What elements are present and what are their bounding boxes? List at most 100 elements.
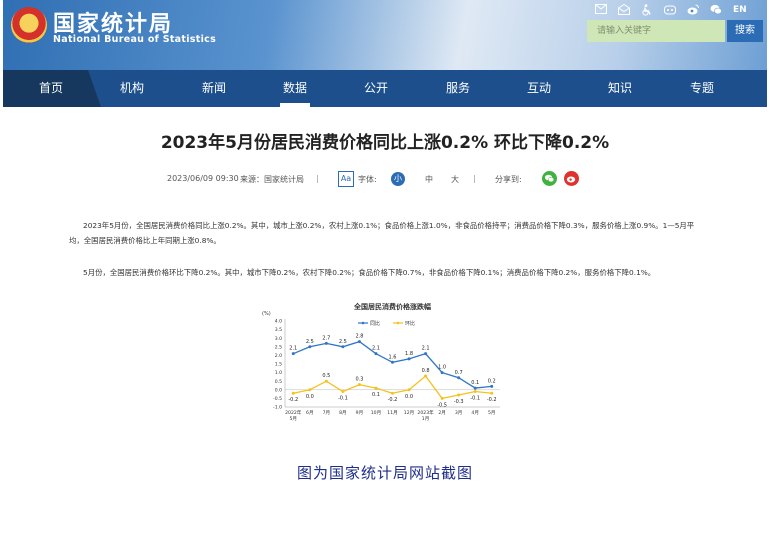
article-paragraph-2: 5月份，全国居民消费价格环比下降0.2%。其中，城市下降0.2%，农村下降0.2… bbox=[83, 268, 656, 277]
y-tick-label: 3.5 bbox=[275, 327, 282, 333]
y-tick-label: 0.5 bbox=[275, 379, 282, 385]
data-label-0: 2.5 bbox=[339, 339, 347, 345]
data-label-0: 2.5 bbox=[306, 339, 314, 345]
data-label-1: 0.8 bbox=[422, 368, 430, 374]
y-tick-label: 4.0 bbox=[275, 319, 282, 325]
series-point-0 bbox=[407, 357, 411, 361]
wechat-icon[interactable] bbox=[710, 4, 722, 16]
font-aa-icon[interactable]: Aa bbox=[338, 171, 354, 187]
data-label-0: 2.1 bbox=[372, 346, 380, 352]
elderly-mode-icon[interactable] bbox=[664, 4, 676, 16]
accessibility-icon[interactable] bbox=[641, 4, 653, 16]
y-tick-label: 1.0 bbox=[275, 370, 282, 376]
x-tick-label-month: 1月 bbox=[422, 416, 430, 422]
language-switch-en[interactable]: EN bbox=[733, 5, 747, 15]
nav-item-news[interactable]: 新闻 bbox=[184, 70, 244, 107]
series-point-1 bbox=[457, 393, 461, 397]
font-size-label: 字体: bbox=[358, 175, 377, 184]
series-point-1 bbox=[391, 391, 394, 395]
y-tick-label: 3.0 bbox=[275, 336, 282, 342]
legend-marker-0 bbox=[361, 321, 365, 325]
national-emblem-logo bbox=[11, 7, 47, 43]
font-small-button[interactable]: 小 bbox=[391, 172, 405, 186]
data-label-1: 0.0 bbox=[405, 394, 413, 400]
series-line-0 bbox=[293, 340, 492, 389]
series-point-0 bbox=[374, 352, 378, 356]
series-point-0 bbox=[490, 384, 494, 388]
meta-divider: | bbox=[316, 174, 319, 183]
y-tick-label: 0.0 bbox=[275, 387, 282, 393]
data-label-1: 0.1 bbox=[372, 392, 380, 398]
x-tick-label: 2月 bbox=[438, 410, 446, 416]
x-tick-label: 10月 bbox=[371, 410, 381, 416]
data-label-0: 2.1 bbox=[289, 346, 297, 352]
y-tick-label: 1.5 bbox=[275, 362, 282, 368]
share-wechat-icon[interactable] bbox=[542, 171, 557, 186]
series-point-1 bbox=[424, 374, 428, 378]
share-weibo-icon[interactable] bbox=[564, 171, 579, 186]
nav-item-service[interactable]: 服务 bbox=[428, 70, 488, 107]
site-header: 国家统计局 National Bureau of Statistics EN 搜… bbox=[3, 0, 767, 70]
series-point-1 bbox=[341, 390, 345, 394]
nav-item-interaction[interactable]: 互动 bbox=[509, 70, 569, 107]
x-tick-label: 7月 bbox=[323, 410, 331, 416]
data-label-1: -0.2 bbox=[288, 397, 298, 403]
data-label-1: -0.5 bbox=[437, 402, 447, 408]
series-point-0 bbox=[440, 371, 444, 375]
series-point-1 bbox=[440, 396, 444, 400]
chart-y-unit-label: (%) bbox=[262, 311, 271, 317]
series-point-0 bbox=[341, 345, 345, 349]
x-tick-label: 5月 bbox=[488, 410, 496, 416]
publish-date: 2023/06/09 09:30 bbox=[167, 174, 239, 183]
font-large-button[interactable]: 大 bbox=[451, 174, 459, 185]
article-source: 来源：国家统计局 bbox=[240, 175, 304, 184]
data-label-1: 0.3 bbox=[355, 377, 363, 383]
x-tick-label-month: 5月 bbox=[290, 416, 298, 422]
data-label-0: 0.7 bbox=[455, 370, 463, 376]
series-point-1 bbox=[308, 388, 312, 392]
nav-item-home[interactable]: 首页 bbox=[21, 70, 81, 107]
series-point-0 bbox=[473, 386, 477, 390]
data-label-1: -0.2 bbox=[487, 397, 497, 403]
data-label-0: 2.8 bbox=[355, 334, 363, 340]
data-label-1: -0.2 bbox=[388, 397, 398, 403]
data-label-0: 1.8 bbox=[405, 351, 413, 357]
main-nav: 首页 机构 新闻 数据 公开 服务 互动 知识 专题 bbox=[3, 70, 767, 107]
nav-item-knowledge[interactable]: 知识 bbox=[590, 70, 650, 107]
series-point-0 bbox=[308, 345, 312, 349]
data-label-0: 1.6 bbox=[389, 354, 397, 360]
y-tick-label: -1.0 bbox=[273, 405, 282, 411]
meta-divider-2: | bbox=[473, 174, 476, 183]
article-paragraph-1: 2023年5月份，全国居民消费价格同比上涨0.2%。其中，城市上涨0.2%，农村… bbox=[69, 221, 695, 245]
series-point-0 bbox=[324, 341, 328, 345]
series-point-0 bbox=[391, 360, 394, 364]
data-label-0: 2.1 bbox=[422, 346, 430, 352]
mail-icon[interactable] bbox=[595, 4, 607, 16]
search-button[interactable]: 搜索 bbox=[727, 20, 763, 42]
series-point-1 bbox=[407, 388, 411, 392]
font-medium-button[interactable]: 中 bbox=[425, 174, 433, 185]
y-tick-label: -0.5 bbox=[273, 396, 282, 402]
x-tick-label: 8月 bbox=[339, 410, 347, 416]
legend-marker-1 bbox=[396, 321, 400, 325]
image-caption: 图为国家统计局网站截图 bbox=[296, 464, 473, 482]
x-tick-label-year: 2023年 bbox=[417, 409, 434, 416]
nav-item-topics[interactable]: 专题 bbox=[672, 70, 732, 107]
series-point-1 bbox=[291, 391, 295, 395]
search-input[interactable] bbox=[587, 20, 725, 42]
series-point-0 bbox=[291, 352, 295, 356]
series-point-0 bbox=[424, 352, 428, 356]
cpi-chart-svg: 全国居民消费价格涨跌幅 (%) 4.0 3.5 3.0 2.5 2.0 1.5 1.0 0.5 0.… bbox=[262, 302, 500, 422]
series-point-1 bbox=[324, 379, 328, 383]
legend-label-1: 环比 bbox=[405, 320, 415, 327]
x-tick-label: 12月 bbox=[404, 410, 414, 416]
series-point-0 bbox=[357, 340, 361, 344]
nav-item-public[interactable]: 公开 bbox=[346, 70, 406, 107]
envelope-open-icon[interactable] bbox=[618, 4, 630, 16]
browser-frame: 国家统计局 National Bureau of Statistics EN 搜… bbox=[3, 0, 767, 440]
series-point-0 bbox=[457, 376, 461, 380]
series-point-1 bbox=[357, 383, 361, 387]
nav-item-organization[interactable]: 机构 bbox=[102, 70, 162, 107]
weibo-icon[interactable] bbox=[687, 4, 699, 16]
nav-item-data[interactable]: 数据 bbox=[265, 70, 325, 107]
